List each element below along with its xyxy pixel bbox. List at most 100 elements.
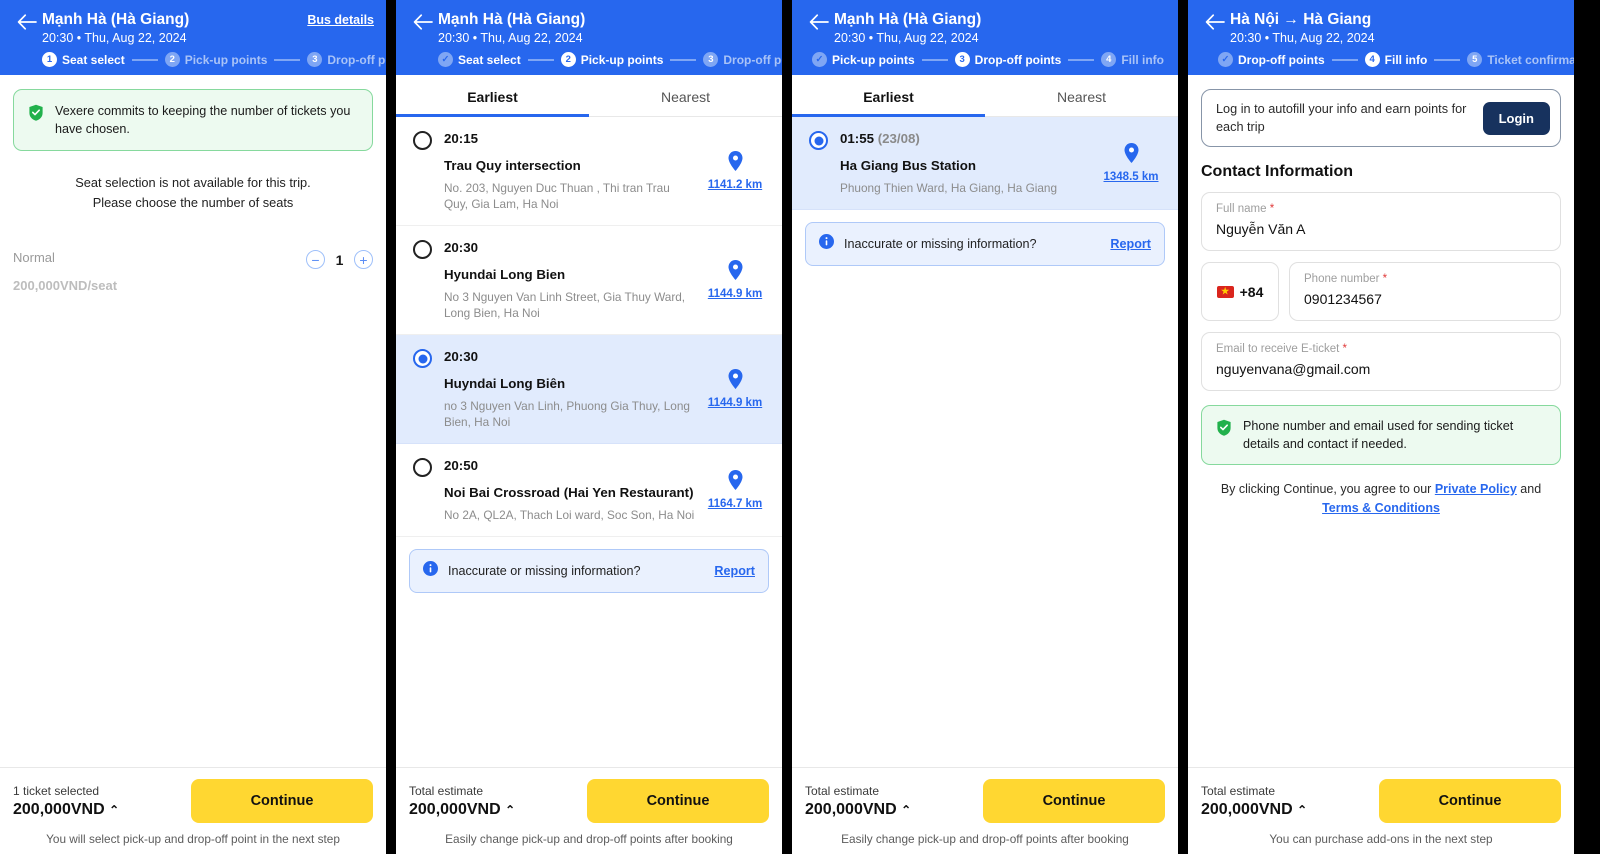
panel2-body: Earliest Nearest 20:15 Trau Quy intersec…	[396, 75, 782, 767]
step-connector	[1068, 58, 1095, 61]
distance-label[interactable]: 1164.7 km	[708, 498, 762, 510]
commitment-notice: Vexere commits to keeping the number of …	[13, 89, 373, 151]
footer-price[interactable]: 200,000VND ⌃	[13, 801, 119, 819]
back-icon[interactable]	[804, 10, 834, 30]
back-icon[interactable]	[12, 10, 42, 30]
tab-nearest[interactable]: Nearest	[589, 75, 782, 116]
bus-details-link[interactable]: Bus details	[307, 10, 374, 27]
point-name: Ha Giang Bus Station	[840, 158, 976, 173]
report-link[interactable]: Report	[1110, 237, 1151, 251]
decrease-quantity-button[interactable]: −	[306, 250, 325, 269]
point-distance[interactable]: 1348.5 km	[1093, 143, 1165, 183]
step-label: Pick-up points	[184, 52, 268, 67]
distance-label[interactable]: 1144.9 km	[708, 397, 762, 409]
step-pick-up-points[interactable]: 2 Pick-up points	[560, 52, 663, 67]
point-distance[interactable]: 1144.9 km	[697, 369, 769, 409]
chevron-up-icon: ⌃	[1297, 803, 1308, 817]
seat-type-row: Normal 200,000VND/seat − 1 +	[0, 249, 386, 293]
continue-button[interactable]: Continue	[983, 779, 1165, 823]
point-distance[interactable]: 1144.9 km	[697, 260, 769, 300]
map-pin-icon	[728, 470, 743, 495]
pickup-point-row[interactable]: 20:15 Trau Quy intersection No. 203, Ngu…	[396, 117, 782, 226]
step-indicator: ✓ Pick-up points 3 Drop-off points 4 Fil…	[792, 52, 1178, 67]
step-connector	[527, 58, 554, 61]
step-ticket-confirmation[interactable]: 5 Ticket confirmation	[1467, 52, 1574, 67]
email-field[interactable]: Email to receive E-ticket * nguyenvana@g…	[1201, 332, 1561, 391]
step-drop-off-points[interactable]: 3 Drop-off points	[954, 52, 1062, 67]
step-label: Drop-off points	[723, 52, 782, 67]
back-icon[interactable]	[408, 10, 438, 30]
tab-nearest[interactable]: Nearest	[985, 75, 1178, 116]
step-connector	[921, 58, 948, 61]
continue-button[interactable]: Continue	[1379, 779, 1561, 823]
terms-conditions-link[interactable]: Terms & Conditions	[1322, 501, 1440, 515]
radio-icon[interactable]	[413, 240, 432, 259]
point-date: (23/08)	[877, 131, 920, 146]
info-icon	[819, 234, 834, 254]
distance-label[interactable]: 1144.9 km	[708, 288, 762, 300]
footer-label: Total estimate	[805, 784, 880, 798]
step-drop-off-points[interactable]: 3 Drop-off points	[703, 52, 782, 67]
map-pin-icon	[728, 369, 743, 394]
point-distance[interactable]: 1141.2 km	[697, 151, 769, 191]
terms-prefix: By clicking Continue, you agree to our	[1220, 482, 1435, 496]
point-time: 20:30	[444, 240, 479, 255]
radio-icon[interactable]	[413, 458, 432, 477]
step-label: Drop-off points	[974, 52, 1062, 67]
step-indicator: 1 Seat select 2 Pick-up points 3 Drop-of…	[0, 52, 386, 67]
panel-divider	[1178, 0, 1188, 854]
footer-price-value: 200,000VND	[805, 801, 897, 818]
radio-icon-selected[interactable]	[809, 131, 828, 150]
step-pick-up-points[interactable]: 2 Pick-up points	[164, 52, 268, 67]
radio-icon[interactable]	[413, 131, 432, 150]
point-name: Hyundai Long Bien	[444, 267, 566, 282]
step-drop-off-points[interactable]: ✓ Drop-off points	[1218, 52, 1325, 67]
step-fill-info[interactable]: 4 Fill info	[1101, 52, 1164, 67]
phone-number-field[interactable]: Phone number * 0901234567	[1289, 262, 1561, 321]
footer-price[interactable]: 200,000VND ⌃	[1201, 801, 1307, 819]
pickup-point-row-selected[interactable]: 20:30 Huyndai Long Biên no 3 Nguyen Van …	[396, 335, 782, 444]
continue-button[interactable]: Continue	[191, 779, 373, 823]
map-pin-icon	[728, 260, 743, 285]
increase-quantity-button[interactable]: +	[354, 250, 373, 269]
continue-button[interactable]: Continue	[587, 779, 769, 823]
distance-label[interactable]: 1141.2 km	[708, 179, 762, 191]
back-icon[interactable]	[1200, 10, 1230, 30]
tab-earliest[interactable]: Earliest	[396, 75, 589, 117]
step-pick-up-points[interactable]: ✓ Pick-up points	[812, 52, 915, 67]
seat-unavailable-message: Seat selection is not available for this…	[0, 173, 386, 213]
step-fill-info[interactable]: 4 Fill info	[1364, 52, 1427, 67]
footer-price[interactable]: 200,000VND ⌃	[805, 801, 911, 819]
tab-earliest[interactable]: Earliest	[792, 75, 985, 117]
panel4-header: Hà Nội → Hà Giang 20:30 • Thu, Aug 22, 2…	[1188, 0, 1574, 75]
private-policy-link[interactable]: Private Policy	[1435, 482, 1517, 496]
phone-number-label: Phone number *	[1304, 271, 1546, 287]
report-link[interactable]: Report	[714, 564, 755, 578]
contact-information-title: Contact Information	[1201, 163, 1353, 180]
info-icon	[423, 561, 438, 581]
dropoff-point-row-selected[interactable]: 01:55 (23/08) Ha Giang Bus Station Phuon…	[792, 117, 1178, 210]
map-pin-icon	[1124, 143, 1139, 168]
step-seat-select[interactable]: ✓ Seat select	[438, 52, 521, 67]
step-drop-off-points[interactable]: 3 Drop-off points	[307, 52, 386, 67]
trip-datetime: 20:30 • Thu, Aug 22, 2024	[438, 31, 583, 45]
point-distance[interactable]: 1164.7 km	[697, 470, 769, 510]
panel1-footer: 1 ticket selected 200,000VND ⌃ Continue …	[0, 767, 386, 854]
step-seat-select[interactable]: 1 Seat select	[42, 52, 125, 67]
radio-icon-selected[interactable]	[413, 349, 432, 368]
step-badge-check-icon: ✓	[438, 52, 453, 67]
panel-divider	[782, 0, 792, 854]
pickup-point-row[interactable]: 20:50 Noi Bai Crossroad (Hai Yen Restaur…	[396, 444, 782, 537]
panel4-footer: Total estimate 200,000VND ⌃ Continue You…	[1188, 767, 1574, 854]
step-connector	[670, 58, 697, 61]
shield-check-icon	[1216, 419, 1232, 441]
footer-price[interactable]: 200,000VND ⌃	[409, 801, 515, 819]
commitment-notice-text: Vexere commits to keeping the number of …	[55, 104, 351, 136]
country-code-selector[interactable]: ★ +84	[1201, 262, 1279, 321]
footer-label: Total estimate	[409, 784, 484, 798]
pickup-point-row[interactable]: 20:30 Hyundai Long Bien No 3 Nguyen Van …	[396, 226, 782, 335]
full-name-field[interactable]: Full name * Nguyễn Văn A	[1201, 192, 1561, 251]
login-button[interactable]: Login	[1482, 101, 1550, 135]
report-info-box: Inaccurate or missing information? Repor…	[409, 549, 769, 593]
distance-label[interactable]: 1348.5 km	[1104, 171, 1159, 183]
